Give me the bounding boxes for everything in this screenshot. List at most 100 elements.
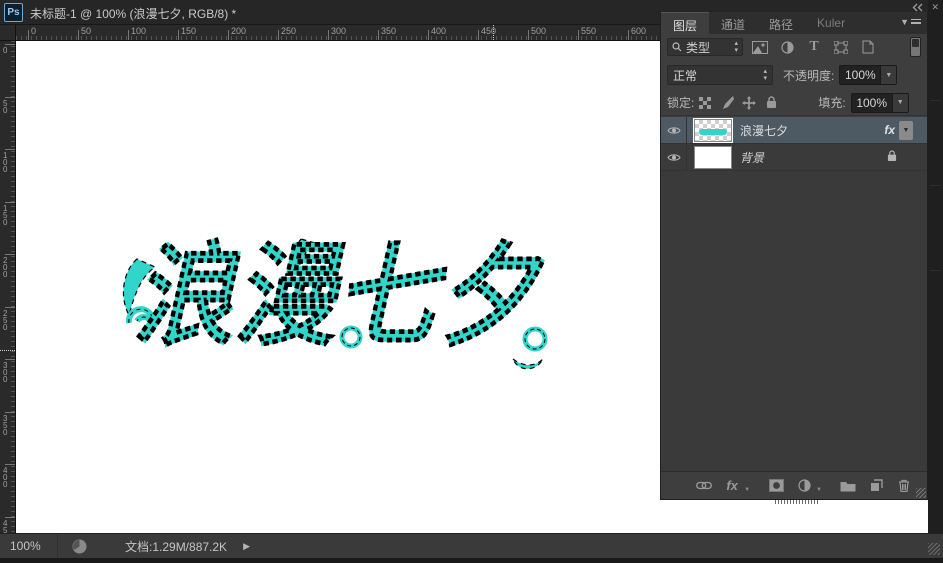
ruler-label: 300	[331, 26, 347, 36]
ruler-label: 1 5 0	[3, 203, 8, 227]
filter-kind-dropdown[interactable]: 类型 ▴ ▾	[667, 38, 743, 56]
panel-resize-grip[interactable]	[916, 488, 926, 498]
ruler-label: 1 0 0	[3, 151, 8, 174]
ruler-major-tick	[528, 30, 529, 40]
smart-object-filter-icon[interactable]	[858, 38, 878, 56]
adjustment-layer-filter-icon[interactable]	[777, 38, 797, 56]
ruler-cursor-mark	[0, 350, 15, 351]
document-size-info: 文档:1.29M/887.2K	[125, 539, 228, 554]
lock-pixels-icon[interactable]	[716, 94, 738, 112]
type-layer-filter-icon[interactable]: T	[804, 38, 824, 56]
layer-row-background[interactable]: 背景	[661, 144, 927, 171]
ruler-major-tick	[5, 254, 15, 255]
artwork-text-selection[interactable]: 浪漫七夕	[115, 219, 555, 377]
tab-layers[interactable]: 图层	[661, 12, 710, 34]
delete-layer-icon[interactable]	[895, 478, 913, 494]
tab-channels[interactable]: 通道	[709, 12, 757, 34]
dock-separator	[930, 100, 941, 101]
new-group-icon[interactable]	[839, 478, 857, 494]
layer-fx-badge[interactable]: fx	[884, 123, 895, 137]
ruler-label: 200	[231, 26, 247, 36]
layers-panel-footer: fx ▼ ▼	[661, 471, 927, 499]
fill-dropdown-arrow-icon[interactable]: ▼	[892, 92, 909, 113]
ruler-label: 150	[181, 26, 197, 36]
blend-mode-value: 正常	[673, 68, 698, 83]
layer-mask-icon[interactable]	[767, 478, 785, 494]
fx-expand-chevron-icon[interactable]: ▼	[899, 121, 913, 140]
filter-toggle-switch[interactable]	[910, 37, 921, 57]
opacity-label: 不透明度:	[783, 68, 835, 83]
opacity-dropdown-arrow-icon[interactable]: ▼	[881, 65, 898, 85]
layer-thumbnail[interactable]	[693, 117, 733, 143]
ruler-label: 250	[281, 26, 297, 36]
status-flyout-arrow-icon[interactable]: ▶	[243, 541, 250, 552]
vertical-ruler[interactable]: 0 5 0 1 0 0 1 5 0 2 0 0 2 5 0 3 0 0 3 5 0 4 0 0 4…	[0, 41, 16, 533]
window-resize-grip[interactable]	[928, 543, 940, 555]
ruler-label: 350	[381, 26, 397, 36]
blend-mode-dropdown[interactable]: 正常 ▴ ▾	[667, 65, 773, 85]
layer-list: 浪漫七夕 fx ▼ 背景	[661, 117, 927, 472]
ruler-label: 4 0 0	[3, 466, 8, 489]
ruler-major-tick	[5, 96, 15, 98]
ruler-label: 2 0 0	[3, 256, 8, 279]
ruler-label: 450	[481, 26, 497, 36]
layer-name[interactable]: 背景	[740, 149, 764, 166]
layer-row-langman-qixi[interactable]: 浪漫七夕 fx ▼	[661, 117, 927, 144]
horizontal-ruler[interactable]: 0 50 100 150 200 250 300 350 400 450 500 550 600	[16, 25, 660, 41]
ruler-major-tick	[5, 359, 15, 360]
lock-row: 锁定: 填充: 100% ▼	[661, 90, 927, 116]
fill-input[interactable]: 100%	[850, 92, 893, 113]
visibility-eye-icon[interactable]	[661, 144, 687, 170]
adjustment-layer-icon[interactable]	[795, 478, 813, 494]
ruler-label: 2 5 0	[3, 308, 8, 332]
ruler-major-tick	[278, 30, 279, 40]
panel-drag-grip[interactable]	[775, 500, 819, 504]
ruler-label: 3 5 0	[3, 413, 8, 437]
lock-position-icon[interactable]	[738, 94, 760, 112]
updown-arrows-icon: ▴ ▾	[763, 68, 767, 82]
tab-paths[interactable]: 路径	[757, 12, 805, 34]
ruler-major-tick	[5, 149, 15, 150]
ruler-major-tick	[178, 30, 179, 40]
tab-kuler[interactable]: Kuler	[805, 12, 857, 34]
ruler-minor-ticks	[16, 36, 660, 40]
ruler-label: 600	[631, 26, 647, 36]
lock-all-icon[interactable]	[760, 94, 782, 112]
ruler-label: 550	[581, 26, 597, 36]
opacity-input[interactable]: 100%	[839, 65, 882, 85]
ruler-label: 3 0 0	[3, 361, 8, 384]
layer-style-fx-icon[interactable]: fx	[723, 478, 741, 494]
document-profile-icon	[72, 539, 87, 554]
filter-kind-label: 类型	[686, 40, 711, 55]
status-bar: 100% 文档:1.29M/887.2K ▶	[0, 533, 943, 558]
collapse-panels-icon[interactable]	[912, 3, 923, 12]
ruler-label: 4 5 0	[3, 518, 8, 533]
panel-dock-strip[interactable]	[928, 0, 943, 558]
panel-menu-icon[interactable]: ▼	[900, 17, 921, 27]
panel-tab-bar: 图层 通道 路径 Kuler	[661, 12, 927, 34]
fx-mini-arrow-icon: ▼	[744, 486, 751, 493]
ruler-major-tick	[5, 201, 15, 203]
zoom-level-input[interactable]: 100%	[0, 534, 58, 558]
ruler-major-tick	[328, 30, 329, 40]
ruler-origin-corner[interactable]	[0, 25, 16, 41]
layer-thumbnail[interactable]	[694, 145, 732, 169]
ruler-major-tick	[128, 30, 129, 40]
blend-row: 正常 ▴ ▾ 不透明度: 100% ▼	[661, 62, 927, 88]
visibility-eye-icon[interactable]	[661, 117, 687, 143]
layer-name[interactable]: 浪漫七夕	[740, 122, 788, 139]
layer-filter-row: 类型 ▴ ▾ T	[661, 34, 927, 60]
ruler-label: 5 0	[3, 98, 8, 115]
shape-layer-filter-icon[interactable]	[831, 38, 851, 56]
pixel-layer-filter-icon[interactable]	[750, 38, 770, 56]
ruler-label: 0	[3, 46, 8, 55]
lock-transparency-icon[interactable]	[694, 94, 716, 112]
ruler-minor-ticks	[11, 41, 15, 533]
new-layer-icon[interactable]	[867, 478, 885, 494]
close-icon[interactable]: ✕	[931, 2, 939, 12]
adjustment-mini-arrow-icon: ▼	[816, 486, 822, 493]
ruler-major-tick	[5, 516, 15, 518]
ruler-major-tick	[5, 44, 15, 45]
link-layers-icon[interactable]	[695, 478, 713, 494]
artwork-text-glyphs: 浪漫七夕	[133, 234, 545, 359]
